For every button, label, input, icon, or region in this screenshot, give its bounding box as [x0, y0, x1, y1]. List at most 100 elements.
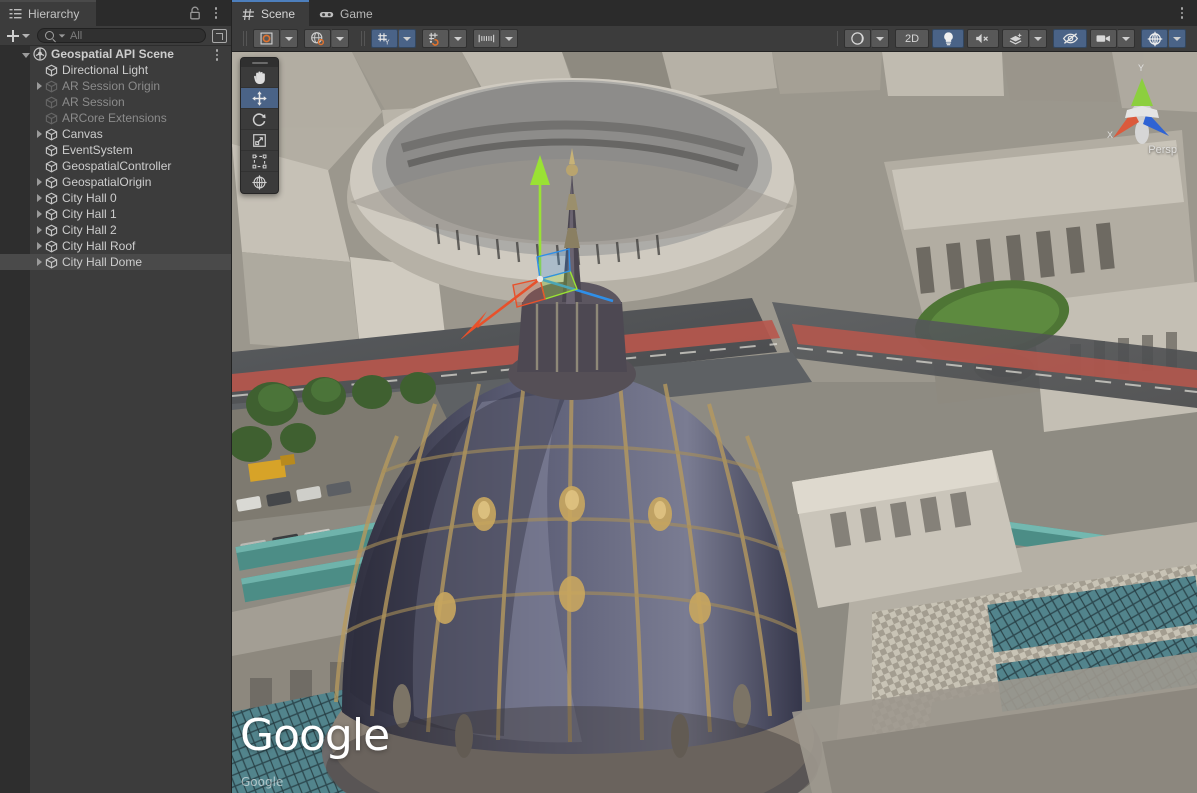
- gizmos-toggle[interactable]: [1141, 29, 1168, 48]
- hierarchy-kebab-menu-icon[interactable]: [210, 5, 222, 21]
- tab-hierarchy-label: Hierarchy: [28, 7, 79, 21]
- expand-arrow-right-icon[interactable]: [37, 82, 42, 90]
- rect-transform-icon: [251, 153, 268, 170]
- snap-increment-dropdown[interactable]: [500, 29, 518, 48]
- hierarchy-item-geospatial-api-scene[interactable]: Geospatial API Scene: [0, 46, 231, 62]
- shading-mode-dropdown[interactable]: [871, 29, 889, 48]
- scene-row-kebab-menu-icon[interactable]: [211, 47, 223, 63]
- hierarchy-list-icon: [9, 8, 22, 21]
- expand-arrow-right-icon[interactable]: [37, 226, 42, 234]
- hierarchy-item-city-hall-roof[interactable]: City Hall Roof: [0, 238, 231, 254]
- hierarchy-item-city-hall-0[interactable]: City Hall 0: [0, 190, 231, 206]
- pivot-dropdown[interactable]: [280, 29, 298, 48]
- gizmos-dropdown[interactable]: [1168, 29, 1186, 48]
- hierarchy-item-label: Directional Light: [62, 63, 148, 77]
- hierarchy-item-city-hall-2[interactable]: City Hall 2: [0, 222, 231, 238]
- hierarchy-item-canvas[interactable]: Canvas: [0, 126, 231, 142]
- hierarchy-item-label: GeospatialOrigin: [62, 175, 151, 189]
- move-arrows-icon: [251, 90, 268, 107]
- unity-scene-icon: [33, 47, 47, 61]
- tab-hierarchy[interactable]: Hierarchy: [0, 0, 96, 26]
- hierarchy-item-geospatialorigin[interactable]: GeospatialOrigin: [0, 174, 231, 190]
- toolbar-divider: [243, 31, 244, 46]
- expand-arrow-right-icon[interactable]: [37, 210, 42, 218]
- 2d-toggle[interactable]: 2D: [895, 29, 929, 48]
- tool-palette-drag-handle[interactable]: [241, 58, 278, 67]
- gameobject-cube-icon: [45, 112, 58, 125]
- scale-tool[interactable]: [241, 130, 278, 151]
- hierarchy-item-label: Canvas: [62, 127, 103, 141]
- chevron-down-icon: [1173, 37, 1181, 41]
- gizmo-globe-icon: [1147, 31, 1163, 47]
- hierarchy-item-directional-light[interactable]: Directional Light: [0, 62, 231, 78]
- search-filter-chevron-icon[interactable]: [59, 34, 65, 37]
- snap-increment-button[interactable]: [473, 29, 500, 48]
- handle-space-dropdown[interactable]: [331, 29, 349, 48]
- hierarchy-item-label: City Hall 2: [62, 223, 117, 237]
- transform-tool[interactable]: [241, 172, 278, 193]
- hierarchy-item-label: GeospatialController: [62, 159, 171, 173]
- pivot-toggle[interactable]: [253, 29, 280, 48]
- expand-arrow-right-icon[interactable]: [37, 130, 42, 138]
- create-gameobject-button[interactable]: [5, 28, 32, 44]
- expand-arrow-right-icon[interactable]: [37, 258, 42, 266]
- fx-dropdown[interactable]: [1029, 29, 1047, 48]
- open-in-window-icon[interactable]: [212, 29, 227, 43]
- lightbulb-icon: [942, 31, 955, 46]
- hierarchy-item-label: Geospatial API Scene: [51, 47, 174, 61]
- scene-lighting-toggle[interactable]: [932, 29, 964, 48]
- chevron-down-icon: [1122, 37, 1130, 41]
- tab-scene[interactable]: Scene: [232, 0, 309, 26]
- scene-kebab-menu-icon[interactable]: [1176, 5, 1188, 21]
- transform-globe-icon: [251, 174, 268, 191]
- hand-tool[interactable]: [241, 67, 278, 88]
- gameobject-cube-icon: [45, 256, 58, 269]
- lock-open-icon[interactable]: [189, 6, 201, 20]
- grid-visibility-dropdown[interactable]: [398, 29, 416, 48]
- hierarchy-item-ar-session-origin[interactable]: AR Session Origin: [0, 78, 231, 94]
- fx-group: [1002, 29, 1053, 48]
- expand-arrow-right-icon[interactable]: [37, 178, 42, 186]
- scene-visibility-toggle[interactable]: [1053, 29, 1087, 48]
- hierarchy-item-label: ARCore Extensions: [62, 111, 167, 125]
- hierarchy-item-label: EventSystem: [62, 143, 133, 157]
- hierarchy-item-ar-session[interactable]: AR Session: [0, 94, 231, 110]
- hierarchy-search-field[interactable]: All: [37, 28, 206, 43]
- audio-mute-toggle[interactable]: [967, 29, 999, 48]
- hierarchy-item-geospatialcontroller[interactable]: GeospatialController: [0, 158, 231, 174]
- grid-visibility-toggle[interactable]: Y: [371, 29, 398, 48]
- handle-space-toggle[interactable]: [304, 29, 331, 48]
- chevron-down-icon: [876, 37, 884, 41]
- 2d-toggle-label: 2D: [905, 33, 919, 45]
- gameobject-cube-icon: [45, 64, 58, 77]
- grid-snapping-group: [422, 29, 473, 48]
- chevron-down-icon: [285, 37, 293, 41]
- hierarchy-item-label: AR Session Origin: [62, 79, 160, 93]
- grid-visibility-group: Y: [371, 29, 422, 48]
- gamepad-icon: [319, 9, 334, 20]
- chevron-down-icon: [403, 37, 411, 41]
- camera-dropdown[interactable]: [1117, 29, 1135, 48]
- rotate-tool[interactable]: [241, 109, 278, 130]
- hierarchy-item-arcore-extensions[interactable]: ARCore Extensions: [0, 110, 231, 126]
- gameobject-cube-icon: [45, 176, 58, 189]
- hierarchy-item-city-hall-dome[interactable]: City Hall Dome: [0, 254, 231, 270]
- shading-mode-button[interactable]: [844, 29, 871, 48]
- scene-panel: Scene Game: [232, 0, 1197, 793]
- expand-arrow-right-icon[interactable]: [37, 194, 42, 202]
- gizmos-group: [1141, 29, 1192, 48]
- hierarchy-item-label: City Hall 0: [62, 191, 117, 205]
- hierarchy-item-eventsystem[interactable]: EventSystem: [0, 142, 231, 158]
- rect-tool[interactable]: [241, 151, 278, 172]
- camera-settings-button[interactable]: [1090, 29, 1117, 48]
- scene-viewport[interactable]: Y X Persp Google Google: [232, 52, 1197, 793]
- fx-toggle[interactable]: [1002, 29, 1029, 48]
- expand-arrow-right-icon[interactable]: [37, 242, 42, 250]
- grid-snapping-dropdown[interactable]: [449, 29, 467, 48]
- move-tool[interactable]: [241, 88, 278, 109]
- hierarchy-item-city-hall-1[interactable]: City Hall 1: [0, 206, 231, 222]
- grid-snapping-toggle[interactable]: [422, 29, 449, 48]
- tab-game[interactable]: Game: [309, 0, 387, 26]
- expand-arrow-down-icon[interactable]: [22, 53, 30, 58]
- gameobject-cube-icon: [45, 144, 58, 157]
